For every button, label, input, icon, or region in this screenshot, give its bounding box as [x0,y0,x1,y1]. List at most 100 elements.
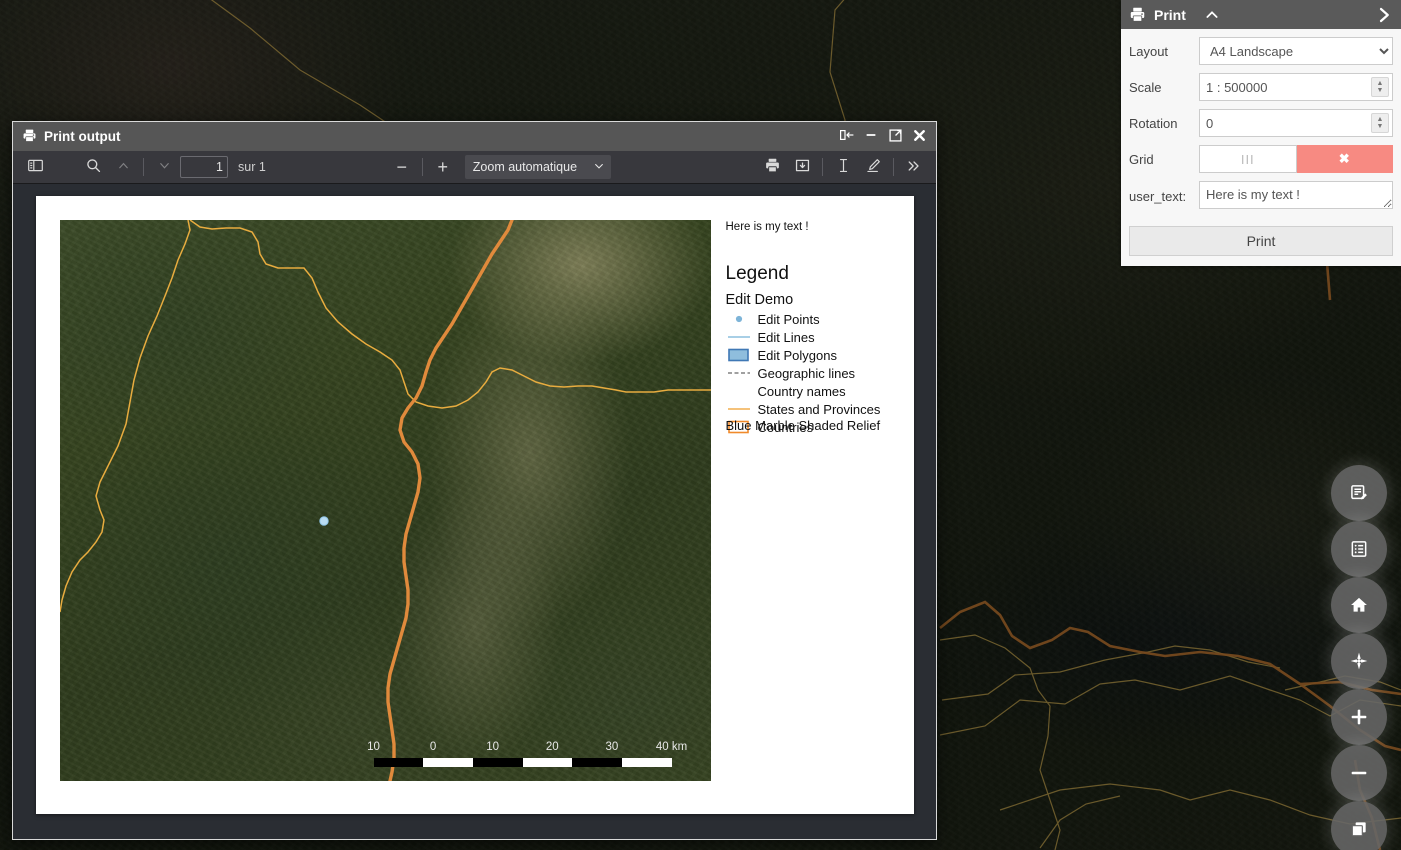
maximize-button[interactable] [884,126,906,148]
print-panel-title: Print [1154,7,1186,23]
layout-select[interactable]: A4 LandscapeA4 PortraitA3 LandscapeA3 Po… [1199,37,1393,65]
map-tool-zoom-out[interactable] [1331,745,1387,801]
dock-left-button[interactable] [836,126,858,148]
map-tool-locate[interactable] [1331,633,1387,689]
scalebar-tick-label: 20 [546,741,559,753]
home-icon [1349,595,1369,615]
more-tools-button[interactable] [900,154,928,180]
scalebar-labels: 10010203040 km [374,741,672,756]
grid-toggle: III ✖ [1199,145,1393,173]
minimize-icon [864,128,878,145]
pdf-viewer-area[interactable]: 10010203040 km Here is my text ! [13,184,936,839]
map-scalebar: 10010203040 km [374,741,672,767]
map-tool-zoom-in[interactable] [1331,689,1387,745]
scalebar-tick-label: 0 [430,741,436,753]
scalebar-tick-label: 10 [367,741,380,753]
map-tool-home[interactable] [1331,577,1387,633]
toolbar-separator [143,158,144,176]
printed-map-boundaries [60,220,711,781]
legend-symbol-polygon-icon [726,348,752,362]
rotation-input[interactable] [1199,109,1393,137]
chevron-down-icon [157,158,172,176]
next-page-button[interactable] [150,154,178,180]
legend-item: Edit Points [726,310,926,328]
scale-field-row: Scale ▲ ▼ [1129,73,1393,101]
crosshair-icon [1349,651,1369,671]
legend-item-label: Edit Lines [758,330,815,345]
printed-map-image: 10010203040 km [60,220,711,781]
legend-item: States and Provinces [726,400,926,418]
zoom-out-button[interactable]: − [388,154,416,180]
legend-item: Country names [726,382,926,400]
zoom-level-select[interactable]: Zoom automatique [465,155,611,179]
legend-group-title: Edit Demo [726,292,794,308]
find-button[interactable] [79,154,107,180]
legend-item: Edit Polygons [726,346,926,364]
map-tool-panel [1331,465,1387,850]
legend-title: Legend [726,263,789,285]
legend-item-label: States and Provinces [758,402,881,417]
previous-page-button[interactable] [109,154,137,180]
print-icon [764,157,781,177]
scalebar-bar [374,758,672,767]
layout-label: Layout [1129,44,1199,59]
toolbar-separator [822,158,823,176]
plus-icon: + [438,157,449,178]
chevron-down-icon [593,160,605,175]
printer-icon [22,128,37,146]
print-output-titlebar[interactable]: Print output [13,122,936,151]
print-panel: Print Layout A4 LandscapeA4 PortraitA3 L… [1121,0,1401,266]
legend-item: Edit Lines [726,328,926,346]
print-panel-header: Print [1121,0,1401,29]
minus-icon: − [397,157,408,178]
legend-symbol-point-icon [726,312,752,326]
stepper-down-icon: ▼ [1377,87,1384,94]
toolbar-separator [422,158,423,176]
text-cursor-icon [836,157,851,177]
close-icon [912,128,927,146]
chevron-up-icon[interactable] [1204,7,1220,23]
scale-stepper[interactable]: ▲ ▼ [1371,77,1389,97]
print-output-dialog: Print output [12,121,937,840]
printed-user-text: Here is my text ! [726,221,809,233]
chevron-right-icon[interactable] [1375,6,1393,24]
stepper-up-icon: ▲ [1377,80,1384,87]
minimize-button[interactable] [860,126,882,148]
sidebar-toggle-icon [27,157,44,177]
zoom-level-value: Zoom automatique [473,160,577,174]
zoom-in-button[interactable]: + [429,154,457,180]
sidebar-toggle-button[interactable] [21,154,49,180]
layout-field-row: Layout A4 LandscapeA4 PortraitA3 Landsca… [1129,37,1393,65]
download-document-button[interactable] [788,154,816,180]
map-tool-legend-list[interactable] [1331,521,1387,577]
pencil-draw-icon [865,157,882,177]
map-tool-attribute-edit[interactable] [1331,465,1387,521]
double-chevron-right-icon [906,158,922,177]
printer-icon [1129,6,1146,23]
print-document-button[interactable] [758,154,786,180]
user-text-label: user_text: [1129,189,1199,204]
grid-enable-button[interactable]: III [1199,145,1297,173]
page-count-label: sur 1 [238,160,266,174]
scale-input[interactable] [1199,73,1393,101]
grid-field-row: Grid III ✖ [1129,145,1393,173]
pdf-page: 10010203040 km Here is my text ! [36,196,914,814]
print-submit-button[interactable]: Print [1129,226,1393,256]
legend-symbol-line-icon [726,402,752,416]
grid-label: Grid [1129,152,1199,167]
close-button[interactable] [908,126,930,148]
text-select-tool-button[interactable] [829,154,857,180]
stepper-down-icon: ▼ [1377,123,1384,130]
minus-icon [1348,762,1370,784]
user-text-input[interactable] [1199,181,1393,209]
rotation-stepper[interactable]: ▲ ▼ [1371,113,1389,133]
page-number-input[interactable] [180,156,228,178]
map-tool-layers[interactable] [1331,801,1387,850]
layers-icon [1349,819,1369,839]
scalebar-tick-label: 10 [486,741,499,753]
stepper-up-icon: ▲ [1377,116,1384,123]
toolbar-separator [893,158,894,176]
rotation-label: Rotation [1129,116,1199,131]
grid-disable-button[interactable]: ✖ [1297,145,1394,173]
draw-tool-button[interactable] [859,154,887,180]
